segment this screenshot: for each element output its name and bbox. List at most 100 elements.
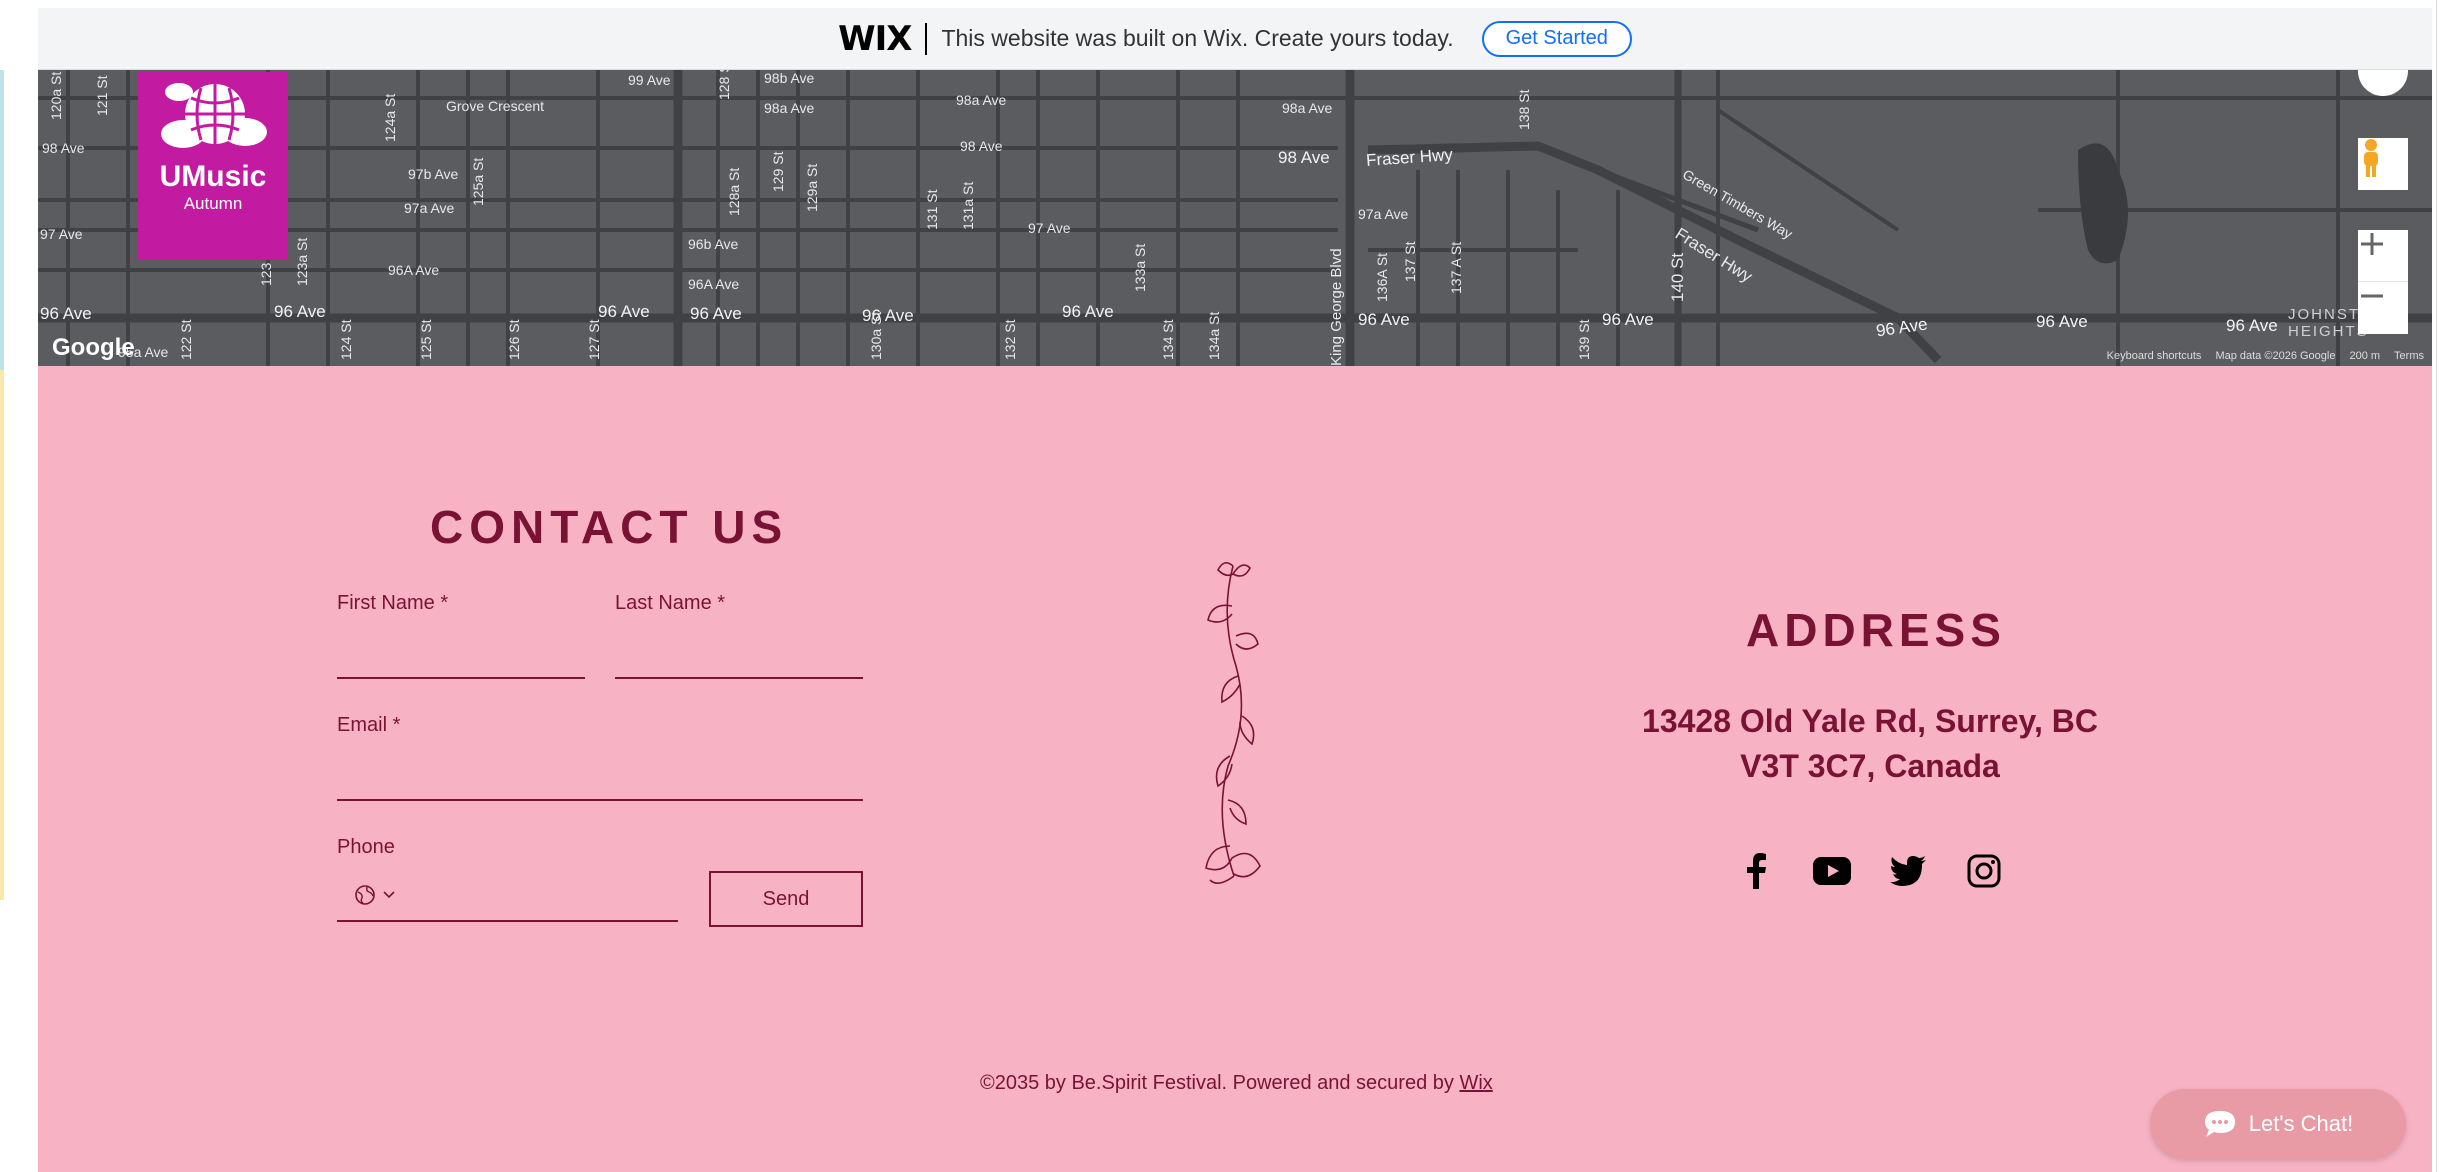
- terms-link[interactable]: Terms: [2394, 350, 2424, 362]
- chat-label: Let's Chat!: [2248, 1111, 2354, 1136]
- map-label: 138 St: [1516, 89, 1532, 130]
- map-label: Grove Crescent: [446, 98, 545, 114]
- facebook-icon[interactable]: [1735, 850, 1777, 892]
- chat-bubble-icon: [2204, 1111, 2235, 1137]
- banner-message: This website was built on Wix. Create yo…: [941, 25, 1454, 51]
- map-label: 125 St: [418, 319, 434, 360]
- google-map[interactable]: 120a St 121 St 98 Ave 97 Ave 96 Ave Grov…: [38, 70, 2432, 366]
- map-label: 122 St: [178, 319, 194, 360]
- social-bar: [1735, 850, 2005, 892]
- map-credits: Keyboard shortcuts Map data ©2026 Google…: [2107, 350, 2424, 362]
- zoom-in-button[interactable]: [2358, 230, 2408, 282]
- twitter-icon[interactable]: [1887, 850, 1929, 892]
- email-label: Email *: [337, 714, 401, 736]
- map-label: 136A St: [1374, 252, 1390, 302]
- send-button[interactable]: Send: [709, 871, 863, 927]
- phone-field[interactable]: [337, 920, 678, 922]
- map-label: 98b Ave: [764, 70, 815, 86]
- map-label: King George Blvd: [1328, 248, 1345, 366]
- logo-title: UMusic: [159, 160, 267, 193]
- zoom-out-button[interactable]: [2358, 282, 2408, 334]
- map-label: 128a St: [726, 167, 742, 216]
- map-label: 99 Ave: [628, 72, 671, 88]
- map-label: 124 St: [338, 319, 354, 360]
- map-label: 97 Ave: [1028, 220, 1071, 236]
- map-label: 98 Ave: [960, 138, 1003, 154]
- map-label: 96 Ave: [2036, 312, 2088, 331]
- map-data-credit: Map data ©2026 Google: [2215, 350, 2336, 362]
- footer-copyright: ©2035 by Be.Spirit Festival. Powered and…: [980, 1072, 1493, 1095]
- map-label: 120a St: [48, 71, 64, 120]
- street-view-pegman[interactable]: [2358, 138, 2408, 190]
- last-name-field[interactable]: [615, 677, 863, 679]
- map-label: 96 Ave: [1062, 302, 1114, 321]
- get-started-button[interactable]: Get Started: [1481, 20, 1632, 57]
- logo-subtitle: Autumn: [183, 194, 243, 213]
- map-label: 128 St: [716, 70, 732, 100]
- map-label: 129 St: [770, 151, 786, 192]
- first-name-label: First Name *: [337, 592, 449, 614]
- pegman-icon: [2364, 139, 2378, 177]
- chevron-down-icon: [383, 891, 395, 899]
- youtube-icon[interactable]: [1811, 850, 1853, 892]
- map-label: 97a Ave: [1358, 206, 1409, 222]
- map-label: 98 Ave: [1278, 148, 1330, 167]
- plus-icon: [2361, 233, 2383, 255]
- map-label: 96b Ave: [688, 236, 739, 252]
- keyboard-shortcuts-link[interactable]: Keyboard shortcuts: [2107, 350, 2202, 362]
- camera-control-icon: [2358, 70, 2384, 72]
- footer-text: ©2035 by Be.Spirit Festival. Powered and…: [980, 1072, 1454, 1094]
- site-logo[interactable]: UMusic Autumn: [138, 72, 288, 260]
- map-scale[interactable]: 200 m: [2349, 350, 2380, 362]
- map-label: 124a St: [382, 93, 398, 142]
- map-label: 96 Ave: [40, 304, 92, 323]
- globe-icon: [355, 885, 375, 905]
- edge-band-yellow: [0, 370, 4, 900]
- first-name-field[interactable]: [337, 677, 585, 679]
- decorative-vine-icon: [1205, 562, 1261, 884]
- map-label: 96 Ave: [274, 302, 326, 321]
- map-label: 96 Ave: [2226, 316, 2278, 335]
- map-label: 139 St: [1576, 319, 1592, 360]
- map-label: 96 Ave: [1358, 310, 1410, 329]
- map-label: 137 A St: [1448, 241, 1464, 294]
- map-label: 132 St: [1002, 319, 1018, 360]
- country-code-selector[interactable]: [354, 884, 396, 906]
- map-label: 98a Ave: [764, 100, 815, 116]
- wix-footer-link[interactable]: Wix: [1459, 1072, 1492, 1094]
- map-label: 133a St: [1132, 243, 1148, 292]
- chat-button[interactable]: Let's Chat!: [2150, 1089, 2406, 1159]
- scrollbar-track[interactable]: [2436, 0, 2437, 1172]
- map-label: 121 St: [94, 75, 110, 116]
- map-label: 125a St: [470, 157, 486, 206]
- map-label: 96 Ave: [598, 302, 650, 321]
- map-label: 97 Ave: [40, 226, 83, 242]
- map-label: 96 Ave: [690, 304, 742, 323]
- wix-banner: WIX This website was built on Wix. Creat…: [38, 8, 2432, 70]
- map-label: 126 St: [506, 319, 522, 360]
- address-title: ADDRESS: [1746, 604, 2006, 656]
- page-scrollbar[interactable]: [2432, 0, 2453, 1172]
- last-name-label: Last Name *: [615, 592, 726, 614]
- left-page-edge: [0, 0, 38, 1172]
- map-label: 98a Ave: [1282, 100, 1333, 116]
- email-field[interactable]: [337, 799, 863, 801]
- map-label: 137 St: [1402, 241, 1418, 282]
- banner-divider: [925, 22, 928, 55]
- map-label: 96 Ave: [862, 306, 914, 325]
- phone-label: Phone: [337, 836, 395, 858]
- map-label: 98 Ave: [42, 140, 85, 156]
- map-label: 98a Ave: [956, 92, 1007, 108]
- contact-title: CONTACT US: [430, 501, 789, 553]
- minus-icon: [2361, 294, 2383, 298]
- map-label: 131 St: [924, 189, 940, 230]
- address-line-2: V3T 3C7, Canada: [1740, 748, 2000, 784]
- wix-logo[interactable]: WIX: [838, 19, 912, 59]
- instagram-icon[interactable]: [1963, 850, 2005, 892]
- map-label: 127 St: [586, 319, 602, 360]
- map-label: 134a St: [1206, 311, 1222, 360]
- map-label: 96A Ave: [688, 276, 740, 292]
- map-label: 140 St: [1668, 252, 1687, 302]
- map-label: 131a St: [960, 181, 976, 230]
- google-logo[interactable]: Google: [52, 334, 135, 362]
